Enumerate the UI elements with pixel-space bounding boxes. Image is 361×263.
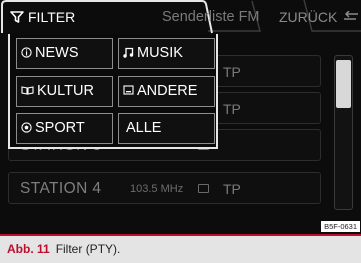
filter-menu: NEWS MUSIK KULTUR ANDERE SPORT ALLE [8,34,218,149]
scrollbar-thumb[interactable] [336,60,351,108]
tab-back[interactable]: ZURÜCK [279,9,359,25]
infotainment-screen: FILTER Senderliste FM ZURÜCK TP TP STATI… [0,0,361,234]
info-icon [21,47,32,58]
filter-music-label: MUSIK [137,45,183,61]
football-icon [21,122,32,133]
image-reference-code: B5F-0631 [321,221,360,232]
station-name: STATION 4 [20,180,102,197]
filter-sport-button[interactable]: SPORT [16,113,113,144]
station-frequency: 103.5 MHz [130,183,184,195]
filter-culture-label: KULTUR [37,83,94,99]
book-icon [21,86,34,95]
figure-caption: Abb. 11 Filter (PTY). [0,234,361,263]
traffic-program-indicator: TP [223,64,241,80]
figure-caption-text: Filter (PTY). [55,242,121,256]
filter-music-button[interactable]: MUSIK [118,38,215,69]
filter-culture-button[interactable]: KULTUR [16,76,113,107]
back-label: ZURÜCK [279,9,338,25]
filter-icon [10,11,24,23]
back-arrow-icon [344,10,359,20]
filter-sport-label: SPORT [35,120,85,136]
tab-filter[interactable]: FILTER [10,9,75,25]
station-image-icon [198,184,209,193]
traffic-program-indicator: TP [223,101,241,117]
filter-other-button[interactable]: ANDERE [118,76,215,107]
filter-all-label: ALLE [126,120,162,136]
filter-other-label: ANDERE [137,83,198,99]
music-note-icon [123,47,134,58]
traffic-program-indicator: TP [223,181,241,197]
station-row[interactable]: STATION 4 103.5 MHz TP [8,172,321,204]
other-category-icon [123,85,134,95]
tab-station-list[interactable]: Senderliste FM [162,9,260,25]
filter-news-label: NEWS [35,45,79,61]
tab-filter-label: FILTER [28,9,76,25]
filter-news-button[interactable]: NEWS [16,38,113,69]
figure-number: Abb. 11 [7,242,50,256]
scrollbar[interactable] [334,55,353,210]
filter-all-button[interactable]: ALLE [118,113,215,144]
